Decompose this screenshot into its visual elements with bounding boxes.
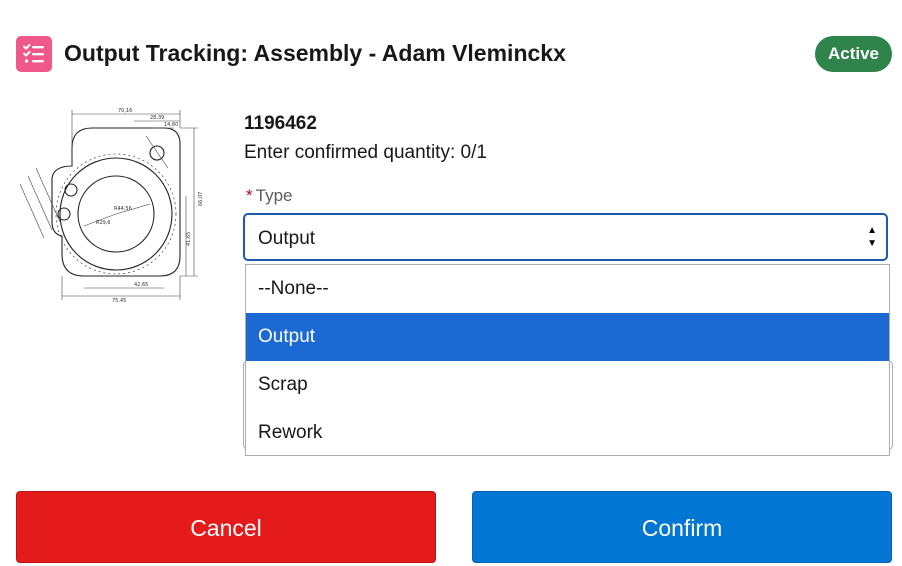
type-select[interactable]: Output ▲ ▼	[243, 213, 888, 261]
svg-text:42,65: 42,65	[134, 282, 148, 288]
option-output[interactable]: Output	[246, 313, 889, 361]
type-field-label: * Type	[246, 186, 292, 206]
confirm-button[interactable]: Confirm	[472, 491, 892, 563]
svg-text:41,65: 41,65	[186, 232, 192, 246]
status-badge: Active	[814, 36, 892, 72]
svg-text:R44,56: R44,56	[114, 206, 132, 212]
type-dropdown-list: --None-- Output Scrap Rework	[245, 264, 890, 456]
svg-text:R29,6: R29,6	[96, 220, 111, 226]
type-select-value: Output	[258, 228, 316, 249]
svg-text:28,39: 28,39	[150, 115, 164, 121]
page-title: Output Tracking: Assembly - Adam Vleminc…	[64, 40, 566, 66]
option-scrap[interactable]: Scrap	[246, 361, 889, 409]
option-rework[interactable]: Rework	[246, 409, 889, 457]
svg-text:66,07: 66,07	[198, 192, 204, 206]
select-arrows-icon: ▲ ▼	[867, 225, 877, 249]
header: Output Tracking: Assembly - Adam Vleminc…	[16, 36, 892, 74]
svg-text:70,16: 70,16	[118, 108, 132, 114]
part-drawing-image: 70,16 28,39 14,60 75,45 42,65 66,07 41,6…	[14, 106, 218, 304]
option-none[interactable]: --None--	[246, 265, 889, 313]
type-label-text: Type	[255, 186, 293, 205]
cancel-button[interactable]: Cancel	[16, 491, 436, 563]
task-list-icon	[16, 36, 52, 72]
record-id: 1196462	[244, 113, 317, 134]
required-marker: *	[246, 186, 253, 205]
svg-text:75,45: 75,45	[112, 298, 126, 302]
quantity-instruction: Enter confirmed quantity: 0/1	[244, 142, 487, 163]
svg-text:14,60: 14,60	[164, 122, 178, 128]
